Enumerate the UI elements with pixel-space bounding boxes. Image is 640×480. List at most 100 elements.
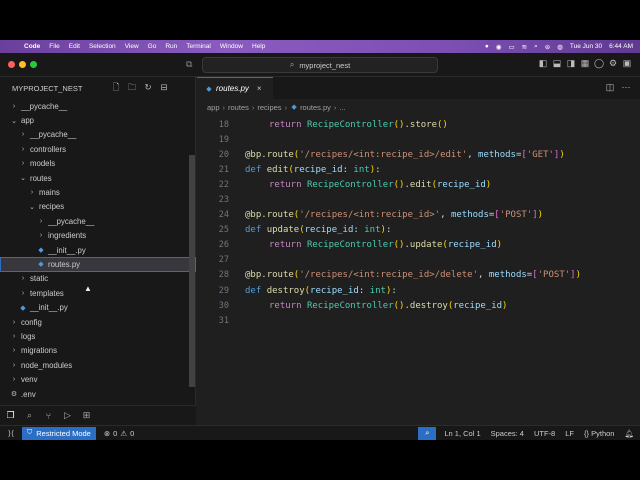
code-line[interactable]: 26 return RecipeController().update(recip…: [197, 238, 640, 253]
source-control-icon[interactable]: ⑂: [40, 411, 57, 421]
maximize-window-button[interactable]: [30, 61, 37, 68]
collapse-all-icon[interactable]: ⊟: [156, 82, 172, 96]
tree-item[interactable]: › venv: [0, 372, 196, 386]
extensions-icon[interactable]: ⊞: [78, 410, 95, 421]
breadcrumb-item[interactable]: app: [207, 103, 220, 112]
zoom-icon[interactable]: ⌕: [418, 426, 437, 440]
breadcrumb-item[interactable]: recipes: [257, 103, 281, 112]
menu-terminal[interactable]: Terminal: [186, 43, 211, 50]
menu-window[interactable]: Window: [220, 43, 243, 50]
menu-view[interactable]: View: [125, 43, 139, 50]
tree-item[interactable]: › config: [0, 315, 196, 329]
explorer-icon[interactable]: ❐: [2, 410, 19, 421]
toggle-primary-sidebar-icon[interactable]: ◧: [536, 58, 550, 69]
menu-go[interactable]: Go: [148, 43, 157, 50]
code-line[interactable]: 28 @bp.route('/recipes/<int:recipe_id>/de…: [197, 268, 640, 283]
menu-app-name[interactable]: Code: [24, 43, 40, 50]
tree-item[interactable]: › __pycache__: [0, 128, 196, 142]
record-icon[interactable]: ●: [485, 43, 489, 50]
code-line[interactable]: 21 def edit(recipe_id: int):: [197, 162, 640, 177]
open-new-window-icon[interactable]: ⧉: [186, 59, 192, 70]
search-icon[interactable]: ⌕: [534, 43, 538, 51]
warning-count: 0: [130, 428, 135, 438]
tree-item[interactable]: › __pycache__: [0, 99, 196, 113]
code-line[interactable]: 29 def destroy(recipe_id: int):: [197, 283, 640, 298]
indentation[interactable]: Spaces: 4: [491, 429, 524, 438]
notifications-bell-icon[interactable]: 🔔︎: [624, 429, 634, 438]
new-folder-icon[interactable]: 🗀: [124, 82, 140, 96]
siri-icon[interactable]: ◍: [557, 43, 563, 51]
toggle-panel-icon[interactable]: ⬓: [550, 58, 564, 69]
control-center-icon[interactable]: ⊜: [545, 43, 550, 51]
code-line[interactable]: 23: [197, 192, 640, 207]
restricted-mode-badge[interactable]: ⛉ Restricted Mode: [22, 426, 96, 440]
warning-icon: ⚠: [120, 428, 128, 438]
tree-item[interactable]: › mains: [0, 185, 196, 199]
tree-item[interactable]: › ingredients: [0, 229, 196, 243]
encoding[interactable]: UTF-8: [534, 429, 555, 438]
tree-item[interactable]: › node_modules: [0, 358, 196, 372]
code-line[interactable]: 19: [197, 132, 640, 147]
cursor-position[interactable]: Ln 1, Col 1: [444, 429, 480, 438]
end-of-line[interactable]: LF: [565, 429, 574, 438]
close-tab-icon[interactable]: ×: [257, 84, 262, 93]
tree-item[interactable]: ◆ routes.py: [0, 257, 196, 272]
tree-item[interactable]: ◆ __init__.py: [0, 300, 196, 314]
menu-time[interactable]: 6:44 AM: [609, 43, 633, 50]
tree-item[interactable]: › templates: [0, 286, 196, 300]
search-icon[interactable]: ⌕: [21, 410, 38, 421]
tree-item[interactable]: ◆ __init__.py: [0, 243, 196, 257]
run-debug-icon[interactable]: ▷: [59, 410, 76, 421]
battery-icon[interactable]: ▭: [508, 43, 514, 51]
code-line[interactable]: 24 @bp.route('/recipes/<int:recipe_id>', …: [197, 208, 640, 223]
code-line[interactable]: 18 return RecipeController().store(): [197, 117, 640, 132]
tree-item[interactable]: › controllers: [0, 142, 196, 156]
settings-gear-icon[interactable]: ⚙: [606, 58, 620, 69]
split-editor-icon[interactable]: ◫: [602, 82, 618, 93]
tab-routes-py[interactable]: ◆ routes.py ×: [197, 77, 273, 99]
copilot-icon[interactable]: ▣: [620, 58, 634, 69]
language-mode[interactable]: {} Python: [584, 429, 614, 438]
tree-item[interactable]: ⌄ app: [0, 113, 196, 127]
tree-item[interactable]: ⌄ routes: [0, 171, 196, 185]
title-bar: ⧉ ⌕ myproject_nest ◧ ⬓ ◨ ▦ ◯ ⚙ ▣: [0, 53, 640, 77]
code-line[interactable]: 31: [197, 313, 640, 328]
remote-indicator-icon[interactable]: ⟩⟨: [0, 426, 22, 441]
menu-file[interactable]: File: [49, 43, 59, 50]
tree-item[interactable]: › __pycache__: [0, 214, 196, 228]
code-line[interactable]: 20 @bp.route('/recipes/<int:recipe_id>/ed…: [197, 147, 640, 162]
code-line[interactable]: 30 return RecipeController().destroy(reci…: [197, 298, 640, 313]
problems-indicator[interactable]: ⊗ 0 ⚠ 0: [104, 429, 137, 438]
breadcrumb-item[interactable]: ...: [339, 103, 345, 112]
new-file-icon[interactable]: 🗋: [108, 82, 124, 96]
menu-selection[interactable]: Selection: [89, 43, 116, 50]
toggle-secondary-sidebar-icon[interactable]: ◨: [564, 58, 578, 69]
accessibility-icon[interactable]: ◉: [496, 43, 502, 51]
accounts-icon[interactable]: ◯: [592, 58, 606, 69]
more-actions-icon[interactable]: ⋯: [618, 82, 634, 93]
refresh-icon[interactable]: ↻: [140, 82, 156, 96]
command-center-search[interactable]: ⌕ myproject_nest: [202, 57, 438, 73]
breadcrumb-item[interactable]: routes: [228, 103, 249, 112]
customize-layout-icon[interactable]: ▦: [578, 58, 592, 69]
tree-item[interactable]: › static: [0, 272, 196, 286]
tree-item[interactable]: ⌄ recipes: [0, 200, 196, 214]
breadcrumb-item[interactable]: routes.py: [300, 103, 331, 112]
sidebar-scrollbar[interactable]: [189, 155, 195, 387]
menu-date[interactable]: Tue Jun 30: [570, 43, 602, 50]
close-window-button[interactable]: [8, 61, 15, 68]
menu-run[interactable]: Run: [165, 43, 177, 50]
menu-help[interactable]: Help: [252, 43, 265, 50]
menu-edit[interactable]: Edit: [69, 43, 80, 50]
code-line[interactable]: 27: [197, 253, 640, 268]
code-line[interactable]: 22 return RecipeController().edit(recipe_…: [197, 177, 640, 192]
chevron-right-icon: ›: [12, 376, 16, 384]
code-line[interactable]: 25 def update(recipe_id: int):: [197, 223, 640, 238]
code-editor[interactable]: 18 return RecipeController().store() 19 20 @…: [197, 117, 640, 328]
tree-item[interactable]: › logs: [0, 329, 196, 343]
tree-item[interactable]: › models: [0, 157, 196, 171]
minimize-window-button[interactable]: [19, 61, 26, 68]
wifi-icon[interactable]: ≋: [522, 43, 527, 51]
tree-item[interactable]: › migrations: [0, 344, 196, 358]
tree-item[interactable]: ⚙ .env: [0, 387, 196, 401]
